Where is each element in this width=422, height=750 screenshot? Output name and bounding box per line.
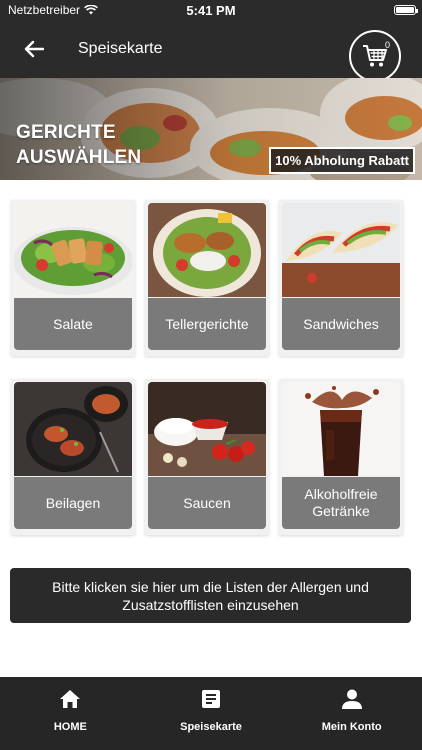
salad-image [14, 203, 132, 297]
hero-title: GERICHTE AUSWÄHLEN [16, 122, 142, 168]
cart-count-badge: 0 [384, 40, 390, 50]
category-card-salate[interactable]: Salate [11, 200, 135, 356]
tab-speisekarte[interactable]: Speisekarte [141, 677, 282, 750]
sandwich-image [282, 203, 400, 297]
battery-icon [394, 5, 418, 15]
back-button[interactable] [12, 27, 56, 71]
home-icon [60, 690, 81, 708]
tab-bar: HOME Speisekarte Mein Konto [0, 677, 422, 750]
category-label: Alkoholfreie Getränke [282, 477, 400, 529]
hero-banner: GERICHTE AUSWÄHLEN 10% Abholung Rabatt [0, 78, 422, 180]
tab-home[interactable]: HOME [0, 677, 141, 750]
tab-label: Speisekarte [180, 721, 242, 733]
carrier-name: Netzbetreiber [8, 3, 81, 17]
soft-drink-image [282, 382, 400, 476]
sauce-image [148, 382, 266, 476]
tab-mein-konto[interactable]: Mein Konto [281, 677, 422, 750]
category-card-beilagen[interactable]: Beilagen [11, 379, 135, 535]
category-card-saucen[interactable]: Saucen [145, 379, 269, 535]
tab-label: HOME [53, 721, 87, 733]
side-dish-image [14, 382, 132, 476]
allergen-info-button[interactable]: Bitte klicken sie hier um die Listen der… [10, 568, 411, 623]
category-label: Beilagen [14, 477, 132, 529]
menu-list-icon [202, 690, 220, 708]
nav-bar: Speisekarte 0 [0, 20, 422, 82]
tab-label: Mein Konto [321, 721, 382, 733]
status-left: Netzbetreiber [8, 3, 98, 17]
plate-dish-image [148, 203, 266, 297]
arrow-left-icon [24, 40, 44, 58]
category-card-alkoholfreie-getraenke[interactable]: Alkoholfreie Getränke [279, 379, 403, 535]
wifi-icon [84, 5, 98, 15]
status-bar: Netzbetreiber 5:41 PM [0, 0, 422, 20]
category-label: Saucen [148, 477, 266, 529]
page-title: Speisekarte [78, 40, 163, 57]
cart-button[interactable]: 0 [349, 30, 401, 82]
category-label: Tellergerichte [148, 298, 266, 350]
category-label: Salate [14, 298, 132, 350]
discount-badge: 10% Abholung Rabatt [269, 147, 415, 174]
user-icon [341, 689, 362, 709]
category-label: Sandwiches [282, 298, 400, 350]
category-card-tellergerichte[interactable]: Tellergerichte [145, 200, 269, 356]
category-card-sandwiches[interactable]: Sandwiches [279, 200, 403, 356]
